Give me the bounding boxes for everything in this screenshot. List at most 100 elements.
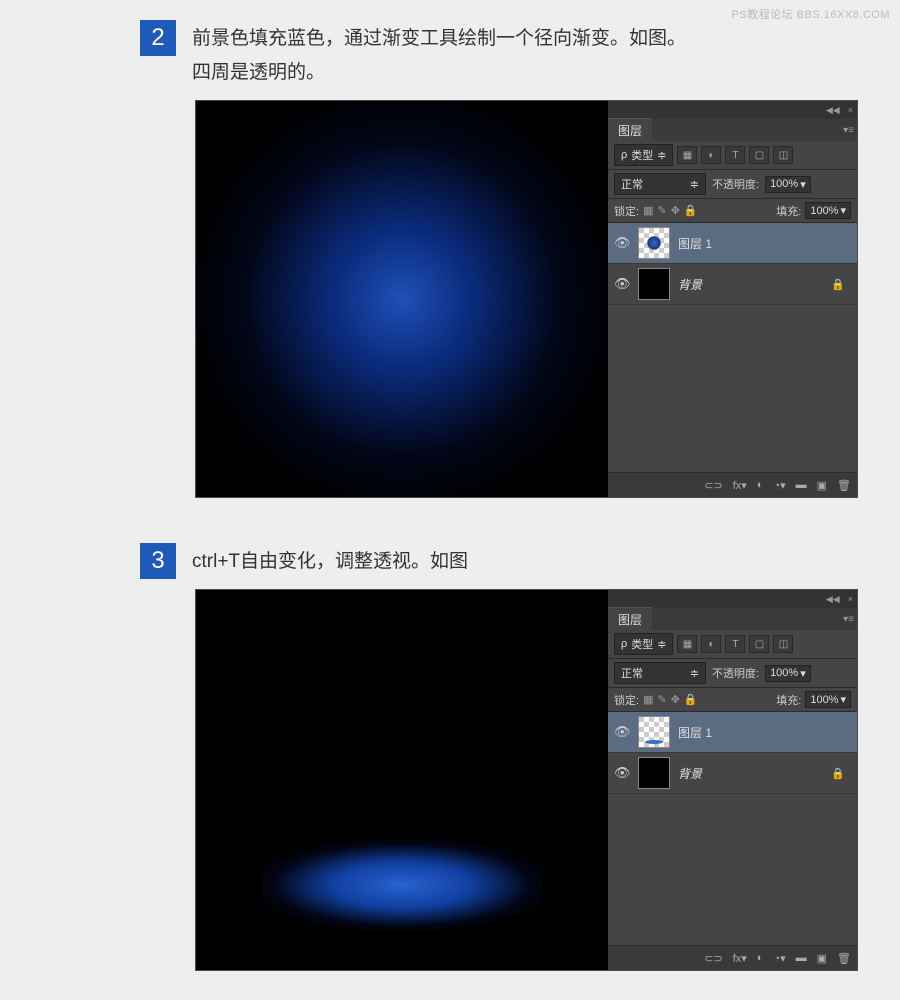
watermark-text: PS教程论坛 BBS.16XX8.COM bbox=[731, 6, 890, 22]
canvas-area bbox=[196, 590, 608, 970]
lock-label: 锁定: bbox=[614, 692, 639, 708]
layers-tab[interactable]: 图层 bbox=[608, 118, 652, 142]
screenshot-step3: ◀◀ × 图层 ▾≡ ρ 类型 ≑ ▦ ◐ T ▢ ◫ 正常 ≑ 不透明度: bbox=[195, 589, 858, 971]
chevron-down-icon: ▾ bbox=[800, 667, 806, 680]
fill-input[interactable]: 100% ▾ bbox=[805, 202, 851, 219]
fill-label: 填充: bbox=[776, 203, 801, 219]
chevron-down-icon: ▾ bbox=[840, 204, 846, 217]
kind-filter-select[interactable]: ρ 类型 ≑ bbox=[614, 633, 673, 655]
opacity-input[interactable]: 100% ▾ bbox=[765, 176, 811, 193]
fx-icon[interactable]: fx▾ bbox=[733, 952, 747, 965]
visibility-icon[interactable]: 👁 bbox=[614, 765, 630, 781]
radial-gradient-preview bbox=[196, 101, 608, 497]
blend-mode-value: 正常 bbox=[621, 665, 643, 681]
group-icon[interactable]: ▬ bbox=[796, 479, 807, 491]
screenshot-step2: ◀◀ × 图层 ▾≡ ρ 类型 ≑ ▦ ◐ T ▢ ◫ 正常 ≑ 不透明度: bbox=[195, 100, 858, 498]
visibility-icon[interactable]: 👁 bbox=[614, 235, 630, 251]
panel-footer: ⊂⊃ fx▾ ◐ ◔▾ ▬ ▣ 🗑 bbox=[608, 945, 857, 970]
mask-icon[interactable]: ◐ bbox=[757, 952, 764, 964]
opacity-value: 100% bbox=[770, 178, 798, 190]
filter-text-icon[interactable]: T bbox=[725, 635, 745, 653]
lock-position-icon[interactable]: ✥ bbox=[671, 693, 680, 706]
lock-position-icon[interactable]: ✥ bbox=[671, 204, 680, 217]
layers-panel: ◀◀ × 图层 ▾≡ ρ 类型 ≑ ▦ ◐ T ▢ ◫ 正常 ≑ 不透明度: bbox=[608, 590, 857, 970]
step-text: 前景色填充蓝色，通过渐变工具绘制一个径向渐变。如图。 四周是透明的。 bbox=[192, 20, 686, 90]
opacity-label: 不透明度: bbox=[712, 176, 759, 192]
panel-menu-icon[interactable]: ▾≡ bbox=[840, 124, 857, 137]
visibility-icon[interactable]: 👁 bbox=[614, 724, 630, 740]
group-icon[interactable]: ▬ bbox=[796, 952, 807, 964]
step-number-badge: 3 bbox=[140, 543, 176, 579]
kind-filter-select[interactable]: ρ 类型 ≑ bbox=[614, 144, 673, 166]
step-text: ctrl+T自由变化，调整透视。如图 bbox=[192, 543, 468, 579]
opacity-input[interactable]: 100% ▾ bbox=[765, 665, 811, 682]
trash-icon[interactable]: 🗑 bbox=[837, 952, 851, 965]
layers-tab[interactable]: 图层 bbox=[608, 607, 652, 631]
link-icon[interactable]: ⊂⊃ bbox=[704, 952, 722, 965]
new-layer-icon[interactable]: ▣ bbox=[817, 952, 827, 965]
filter-smart-icon[interactable]: ◫ bbox=[773, 146, 793, 164]
visibility-icon[interactable]: 👁 bbox=[614, 276, 630, 292]
layer-name[interactable]: 背景 bbox=[678, 276, 823, 293]
filter-adjust-icon[interactable]: ◐ bbox=[701, 146, 721, 164]
panel-tabs: 图层 ▾≡ bbox=[608, 119, 857, 141]
filter-adjust-icon[interactable]: ◐ bbox=[701, 635, 721, 653]
lock-icon: 🔒 bbox=[831, 278, 851, 291]
close-icon[interactable]: × bbox=[848, 594, 853, 604]
adjustment-icon[interactable]: ◔▾ bbox=[773, 479, 785, 492]
layers-list: 👁 图层 1 👁 背景 🔒 bbox=[608, 712, 857, 945]
opacity-value: 100% bbox=[770, 667, 798, 679]
filter-text-icon[interactable]: T bbox=[725, 146, 745, 164]
blend-mode-row: 正常 ≑ 不透明度: 100% ▾ bbox=[608, 659, 857, 688]
layer-thumbnail bbox=[638, 268, 670, 300]
layer-item-1[interactable]: 👁 图层 1 bbox=[608, 712, 857, 753]
step-number-badge: 2 bbox=[140, 20, 176, 56]
lock-pixels-icon[interactable]: ✎ bbox=[657, 693, 666, 706]
filter-pixel-icon[interactable]: ▦ bbox=[677, 146, 697, 164]
panel-menu-icon[interactable]: ▾≡ bbox=[840, 613, 857, 626]
filter-shape-icon[interactable]: ▢ bbox=[749, 635, 769, 653]
fx-icon[interactable]: fx▾ bbox=[733, 479, 747, 492]
trash-icon[interactable]: 🗑 bbox=[837, 479, 851, 492]
chevron-down-icon: ≑ bbox=[690, 667, 699, 680]
collapse-icon[interactable]: ◀◀ bbox=[826, 594, 840, 605]
search-icon: ρ bbox=[621, 149, 627, 161]
layers-panel: ◀◀ × 图层 ▾≡ ρ 类型 ≑ ▦ ◐ T ▢ ◫ 正常 ≑ 不透明度: bbox=[608, 101, 857, 497]
lock-transparent-icon[interactable]: ▦ bbox=[643, 693, 653, 706]
step-3: 3 ctrl+T自由变化，调整透视。如图 bbox=[0, 523, 900, 579]
link-icon[interactable]: ⊂⊃ bbox=[704, 479, 722, 492]
lock-icon: 🔒 bbox=[831, 767, 851, 780]
collapse-icon[interactable]: ◀◀ bbox=[826, 105, 840, 116]
ellipse-gradient-preview bbox=[262, 840, 542, 930]
lock-transparent-icon[interactable]: ▦ bbox=[643, 204, 653, 217]
lock-all-icon[interactable]: 🔒 bbox=[684, 204, 698, 217]
fill-value: 100% bbox=[810, 694, 838, 706]
new-layer-icon[interactable]: ▣ bbox=[817, 479, 827, 492]
filter-smart-icon[interactable]: ◫ bbox=[773, 635, 793, 653]
blend-mode-select[interactable]: 正常 ≑ bbox=[614, 662, 706, 684]
layer-item-bg[interactable]: 👁 背景 🔒 bbox=[608, 753, 857, 794]
mask-icon[interactable]: ◐ bbox=[757, 479, 764, 491]
canvas-area bbox=[196, 101, 608, 497]
chevron-down-icon: ▾ bbox=[840, 693, 846, 706]
adjustment-icon[interactable]: ◔▾ bbox=[773, 952, 785, 965]
lock-all-icon[interactable]: 🔒 bbox=[684, 693, 698, 706]
close-icon[interactable]: × bbox=[848, 105, 853, 115]
layer-name[interactable]: 图层 1 bbox=[678, 235, 851, 252]
layer-filter-row: ρ 类型 ≑ ▦ ◐ T ▢ ◫ bbox=[608, 141, 857, 170]
fill-value: 100% bbox=[810, 205, 838, 217]
layer-item-bg[interactable]: 👁 背景 🔒 bbox=[608, 264, 857, 305]
lock-row: 锁定: ▦ ✎ ✥ 🔒 填充: 100% ▾ bbox=[608, 199, 857, 223]
layer-name[interactable]: 图层 1 bbox=[678, 724, 851, 741]
filter-shape-icon[interactable]: ▢ bbox=[749, 146, 769, 164]
layers-list: 👁 图层 1 👁 背景 🔒 bbox=[608, 223, 857, 472]
filter-pixel-icon[interactable]: ▦ bbox=[677, 635, 697, 653]
layer-item-1[interactable]: 👁 图层 1 bbox=[608, 223, 857, 264]
fill-input[interactable]: 100% ▾ bbox=[805, 691, 851, 708]
panel-footer: ⊂⊃ fx▾ ◐ ◔▾ ▬ ▣ 🗑 bbox=[608, 472, 857, 497]
lock-pixels-icon[interactable]: ✎ bbox=[657, 204, 666, 217]
blend-mode-select[interactable]: 正常 ≑ bbox=[614, 173, 706, 195]
lock-label: 锁定: bbox=[614, 203, 639, 219]
chevron-down-icon: ≑ bbox=[657, 638, 666, 651]
layer-name[interactable]: 背景 bbox=[678, 765, 823, 782]
